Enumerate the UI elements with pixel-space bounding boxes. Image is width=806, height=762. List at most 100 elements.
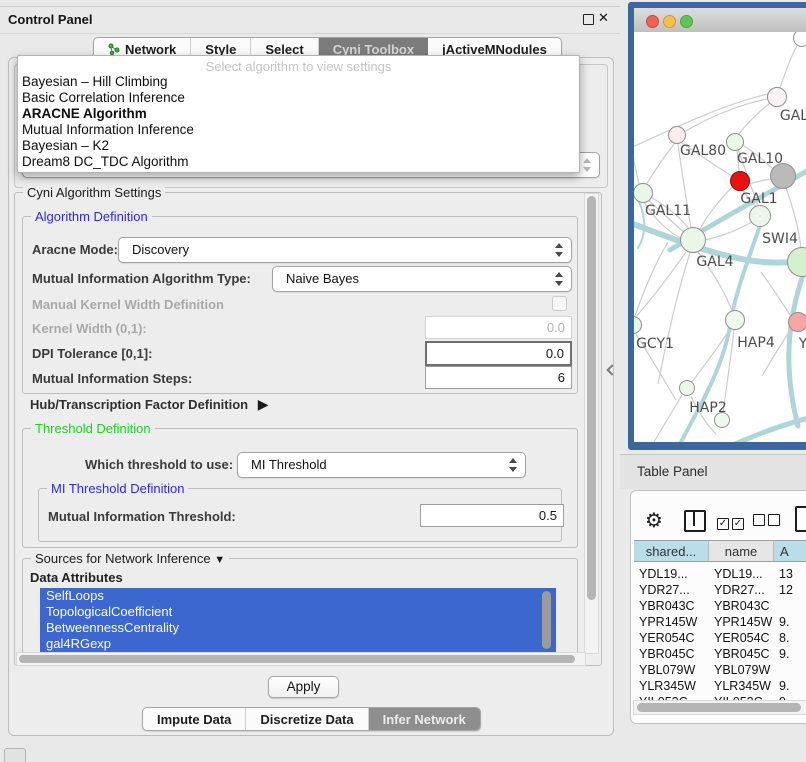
network-node-gal10[interactable] <box>726 133 744 151</box>
network-canvas[interactable]: GAL GAL80 GAL10 GAL1 GAL11 SWI4 GAL4 GCY… <box>634 32 806 442</box>
table-row[interactable]: YLR345W YLR345W 9. <box>634 678 806 694</box>
kernel-width-field[interactable]: 0.0 <box>425 316 572 339</box>
cell[interactable]: YBR043C <box>634 598 709 614</box>
table-row[interactable]: YPR145W YPR145W 9. <box>634 614 806 630</box>
network-node-gal80[interactable] <box>668 126 686 144</box>
minimize-traffic-light[interactable] <box>663 15 676 28</box>
cell[interactable]: YDR27... <box>709 582 774 598</box>
cell[interactable]: YDL19... <box>709 566 774 582</box>
unchecked-box-icon <box>753 514 765 526</box>
cell[interactable]: YBR045C <box>634 646 709 662</box>
node-label: GAL <box>780 108 806 124</box>
settings-vertical-scrollbar-thumb[interactable] <box>587 196 596 600</box>
mi-type-value: Naive Bayes <box>286 271 359 286</box>
node-label-gal80: GAL80 <box>680 143 726 159</box>
data-attribute-item[interactable]: gal4RGexp <box>40 636 556 652</box>
gear-icon[interactable]: ⚙ <box>645 508 663 533</box>
dpi-tolerance-field[interactable]: 0.0 <box>425 341 572 366</box>
columns-icon[interactable] <box>684 510 706 532</box>
table-row[interactable]: YBL079W YBL079W <box>634 662 806 678</box>
cell[interactable]: YPR145W <box>709 614 774 630</box>
mi-threshold-field[interactable]: 0.5 <box>420 504 564 527</box>
aracne-mode-value: Discovery <box>132 242 189 257</box>
algorithm-option[interactable]: Dream8 DC_TDC Algorithm <box>18 154 579 170</box>
network-node-gal4[interactable] <box>680 227 706 253</box>
cell[interactable]: 9. <box>774 678 806 694</box>
list-scrollbar-thumb[interactable] <box>542 591 551 649</box>
mi-type-label: Mutual Information Algorithm Type: <box>32 271 251 286</box>
cell[interactable]: YLR345W <box>709 678 774 694</box>
algorithm-option-selected[interactable]: ARACNE Algorithm <box>18 106 579 122</box>
settings-vertical-scrollbar[interactable] <box>584 193 599 654</box>
algorithm-popup: Select algorithm to view settings Bayesi… <box>17 55 580 173</box>
tab-infer-network[interactable]: Infer Network <box>369 708 480 730</box>
data-attribute-item[interactable]: SelfLoops <box>40 588 556 604</box>
apply-button[interactable]: Apply <box>268 676 339 698</box>
cell[interactable]: YBR043C <box>709 598 774 614</box>
data-attributes-label: Data Attributes <box>30 570 123 585</box>
tab-impute-data[interactable]: Impute Data <box>143 708 246 730</box>
table-horizontal-scrollbar[interactable] <box>633 700 806 715</box>
network-node-gal1[interactable] <box>749 205 771 227</box>
settings-horizontal-scrollbar-thumb[interactable] <box>19 655 575 663</box>
cell[interactable]: YDL19... <box>634 566 709 582</box>
algorithm-option[interactable]: Bayesian – Hill Climbing <box>18 74 579 90</box>
table-row[interactable]: YDR27... YDR27... 12 <box>634 582 806 598</box>
dpi-tolerance-label: DPI Tolerance [0,1]: <box>32 346 152 361</box>
export-table-icon[interactable] <box>795 506 806 532</box>
cell[interactable]: YBL079W <box>634 662 709 678</box>
network-node-red[interactable] <box>730 171 750 191</box>
cell[interactable]: YDR27... <box>634 582 709 598</box>
tab-discretize-data[interactable]: Discretize Data <box>246 708 368 730</box>
cell[interactable]: YBR045C <box>709 646 774 662</box>
corner-button[interactable] <box>4 748 26 762</box>
table-horizontal-scrollbar-thumb[interactable] <box>637 703 801 712</box>
select-all-columns-icon[interactable]: ✓✓ <box>717 513 747 531</box>
network-node-gal11[interactable] <box>634 183 653 203</box>
combo-arrows-icon <box>555 242 564 258</box>
mi-steps-field[interactable]: 6 <box>425 366 572 389</box>
algorithm-option[interactable]: Bayesian – K2 <box>18 138 579 154</box>
network-node-salmon[interactable] <box>788 312 806 332</box>
cell[interactable]: YPR145W <box>634 614 709 630</box>
chevron-down-icon[interactable]: ▼ <box>214 554 225 566</box>
mi-type-combo[interactable]: Naive Bayes <box>272 266 572 292</box>
data-attribute-item[interactable]: BetweennessCentrality <box>40 620 556 636</box>
close-traffic-light[interactable] <box>646 15 659 28</box>
which-threshold-combo[interactable]: MI Threshold <box>237 452 526 478</box>
column-header-cut[interactable]: A <box>774 540 806 562</box>
network-node[interactable] <box>767 87 787 107</box>
column-header-shared-name[interactable]: shared... <box>634 540 709 562</box>
cell[interactable]: YBL079W <box>709 662 774 678</box>
cell[interactable]: YER054C <box>634 630 709 646</box>
maximize-traffic-light[interactable] <box>680 15 693 28</box>
cell[interactable] <box>774 598 806 614</box>
table-row[interactable]: YBR045C YBR045C 9. <box>634 646 806 662</box>
cell[interactable]: 13 <box>774 566 806 582</box>
node-label-hap2: HAP2 <box>689 400 726 416</box>
cell[interactable]: 8. <box>774 630 806 646</box>
network-node-hap4[interactable] <box>725 310 745 330</box>
settings-horizontal-scrollbar[interactable] <box>16 652 586 666</box>
column-header-name[interactable]: name <box>709 540 774 562</box>
cell[interactable] <box>774 662 806 678</box>
data-attribute-item[interactable]: TopologicalCoefficient <box>40 604 556 620</box>
algorithm-option[interactable]: Mutual Information Inference <box>18 122 579 138</box>
cell[interactable]: 9. <box>774 614 806 630</box>
algorithm-option[interactable]: Basic Correlation Inference <box>18 90 579 106</box>
cell[interactable]: YER054C <box>709 630 774 646</box>
network-node-hap2[interactable] <box>679 380 695 396</box>
aracne-mode-combo[interactable]: Discovery <box>118 237 572 263</box>
cell[interactable]: YLR345W <box>634 678 709 694</box>
table-row[interactable]: YBR043C YBR043C <box>634 598 806 614</box>
table-row[interactable]: YER054C YER054C 8. <box>634 630 806 646</box>
manual-kernel-checkbox[interactable] <box>552 296 567 311</box>
sources-group-title: Sources for Network Inference ▼ <box>31 551 229 566</box>
table-row[interactable]: YDL19... YDL19... 13 <box>634 566 806 582</box>
deselect-all-columns-icon[interactable] <box>753 513 783 531</box>
float-window-icon[interactable] <box>583 14 594 25</box>
close-icon[interactable]: ✕ <box>598 10 609 26</box>
hub-expander[interactable]: Hub/Transcription Factor Definition ▶ <box>30 396 269 413</box>
cell[interactable]: 12 <box>774 582 806 598</box>
cell[interactable]: 9. <box>774 646 806 662</box>
